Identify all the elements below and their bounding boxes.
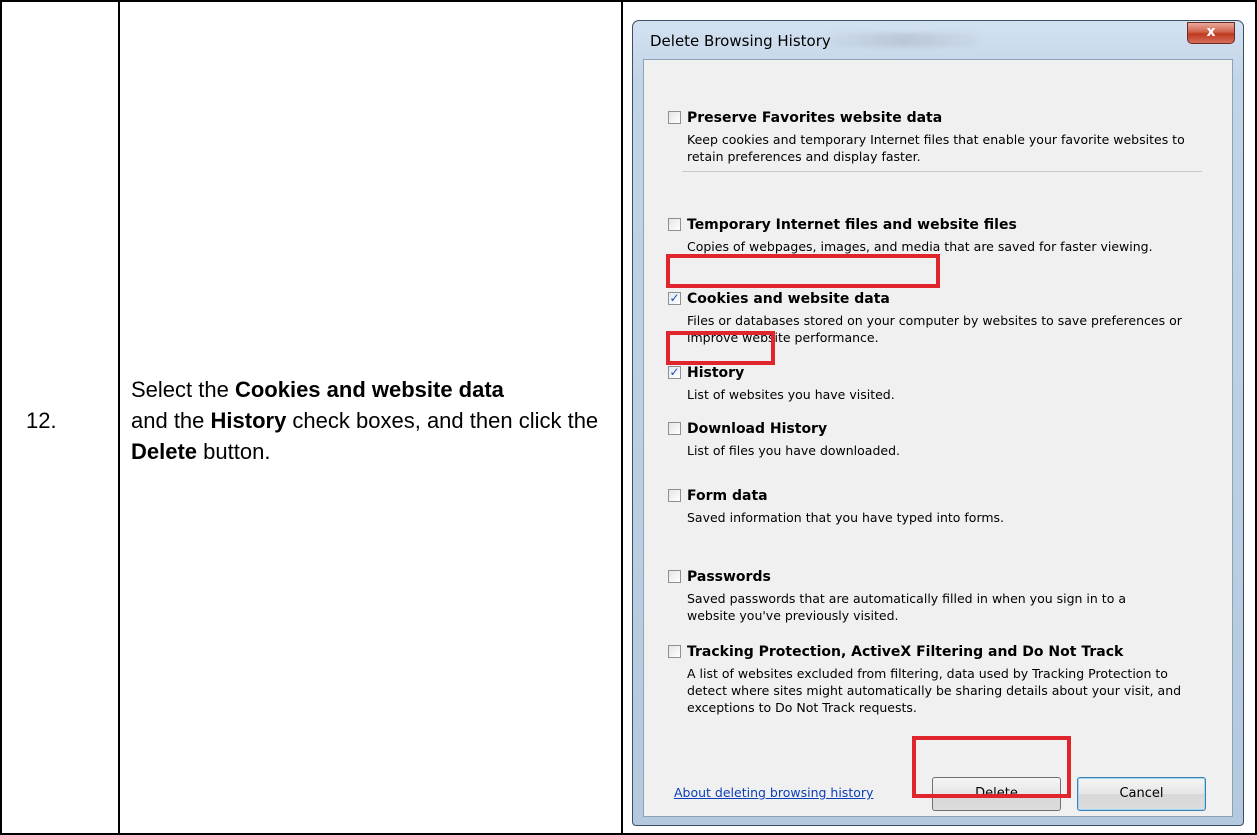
about-deleting-history-link[interactable]: About deleting browsing history: [674, 785, 873, 800]
option-description: Copies of webpages, images, and media th…: [687, 239, 1153, 254]
delete-browsing-history-dialog: Delete Browsing History x Preserve Favor…: [632, 20, 1244, 826]
option-description: Saved passwords that are automatically f…: [687, 591, 1126, 623]
highlight-cookies: [666, 254, 940, 288]
checkmark-icon: ✓: [669, 291, 680, 305]
instruction-part: History: [210, 408, 287, 433]
table-top-border: [0, 0, 1257, 2]
option-title: Temporary Internet files and website fil…: [687, 217, 1017, 233]
checkbox[interactable]: [668, 422, 681, 435]
option-description: Saved information that you have typed in…: [687, 510, 1005, 525]
dialog-content: Preserve Favorites website data Keep coo…: [643, 59, 1233, 817]
step-number: 12.: [26, 408, 57, 433]
checkbox[interactable]: [668, 645, 681, 658]
instruction-part: Select the: [131, 377, 235, 402]
cancel-button[interactable]: Cancel: [1077, 777, 1206, 811]
option-title: Tracking Protection, ActiveX Filtering a…: [687, 644, 1124, 660]
option-title: Download History: [687, 421, 828, 437]
close-button[interactable]: x: [1187, 22, 1235, 44]
option-description: Keep cookies and temporary Internet file…: [687, 132, 1185, 164]
option-description: List of files you have downloaded.: [687, 443, 900, 458]
checkbox-checked[interactable]: ✓: [668, 366, 681, 379]
option-description: List of websites you have visited.: [687, 387, 895, 402]
table-column-divider-1: [118, 0, 120, 835]
instruction-part: Cookies and website data: [234, 377, 504, 402]
instruction-part: button.: [197, 439, 271, 464]
checkmark-icon: ✓: [669, 365, 680, 379]
dialog-titlebar[interactable]: Delete Browsing History x: [633, 21, 1243, 59]
highlight-delete-button: [912, 736, 1071, 798]
close-icon: x: [1206, 24, 1216, 40]
option-title: Form data: [687, 488, 768, 504]
step-instruction: Select the Cookies and website data and …: [131, 374, 611, 467]
instruction-part: check boxes, and then click the: [286, 408, 599, 433]
separator: [682, 171, 1202, 172]
option-title: Preserve Favorites website data: [687, 110, 943, 126]
option-title: Cookies and website data: [687, 291, 890, 307]
option-title: Passwords: [687, 569, 771, 585]
table-left-border: [0, 0, 2, 835]
instruction-part: Delete: [131, 439, 198, 464]
checkbox[interactable]: [668, 111, 681, 124]
checkbox[interactable]: [668, 218, 681, 231]
blurred-title-text: [829, 33, 979, 47]
highlight-history: [666, 331, 775, 365]
option-title: History: [687, 365, 745, 381]
instruction-part: and the: [131, 408, 211, 433]
checkbox-checked[interactable]: ✓: [668, 292, 681, 305]
checkbox[interactable]: [668, 570, 681, 583]
table-column-divider-2: [621, 0, 623, 835]
checkbox[interactable]: [668, 489, 681, 502]
option-description: A list of websites excluded from filteri…: [687, 666, 1182, 715]
dialog-title: Delete Browsing History: [650, 32, 831, 50]
